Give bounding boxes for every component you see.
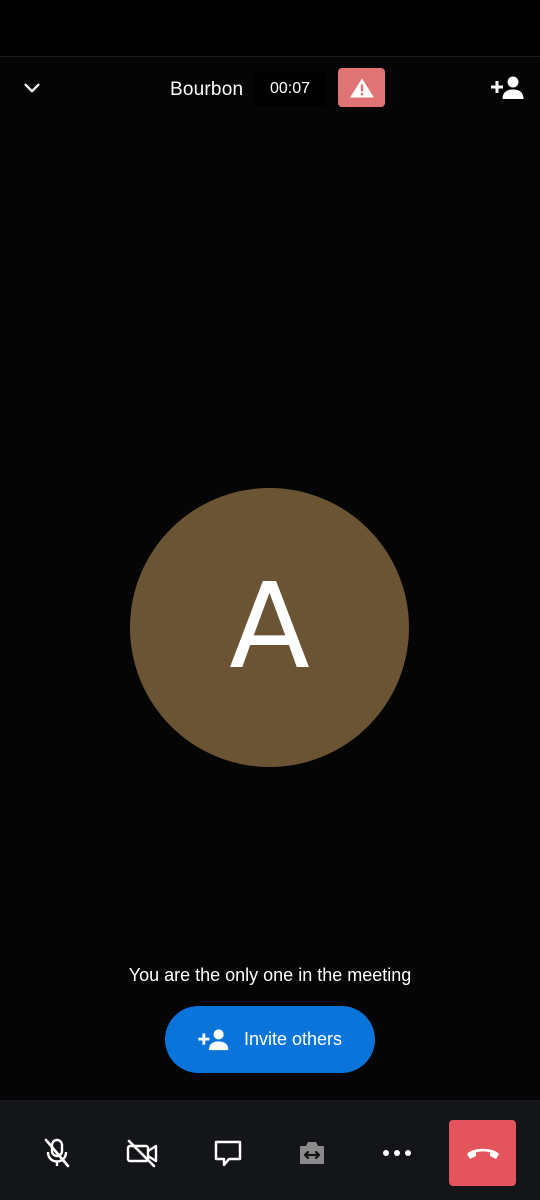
add-person-icon [198,1028,229,1050]
status-bar [0,0,540,56]
chat-button[interactable] [198,1120,258,1186]
participant-avatar: A [130,488,409,767]
hang-up-button[interactable] [449,1120,516,1186]
call-toolbar [0,1100,540,1200]
invite-others-button[interactable]: Invite others [165,1006,375,1073]
meeting-name: Bourbon [170,79,244,100]
avatar-initial: A [229,556,310,695]
chat-icon [214,1140,242,1167]
flip-camera-button[interactable] [282,1120,342,1186]
collapse-button[interactable] [12,68,52,108]
top-bar: Bourbon 00:07 [0,56,540,120]
warning-icon [349,78,374,97]
add-participant-button[interactable] [486,68,530,108]
hang-up-icon [466,1148,499,1159]
warning-button[interactable] [338,68,385,107]
video-toggle-button[interactable] [112,1120,172,1186]
add-person-icon [491,76,524,99]
more-options-button[interactable] [367,1120,427,1186]
mic-off-icon [44,1138,70,1168]
mute-button[interactable] [27,1120,87,1186]
more-icon [383,1150,411,1156]
flip-camera-icon [300,1142,324,1164]
call-timer: 00:07 [254,72,326,106]
only-one-message: You are the only one in the meeting [128,965,412,985]
chevron-down-icon [24,83,40,93]
camera-off-icon [126,1139,158,1168]
invite-label: Invite others [243,1029,343,1049]
